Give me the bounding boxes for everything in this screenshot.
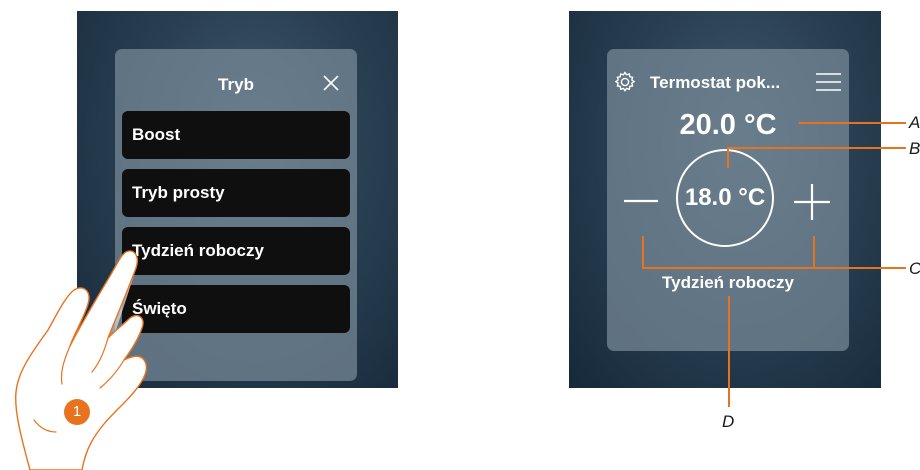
step-badge: 1 <box>64 399 90 425</box>
hand-illustration <box>14 250 148 470</box>
